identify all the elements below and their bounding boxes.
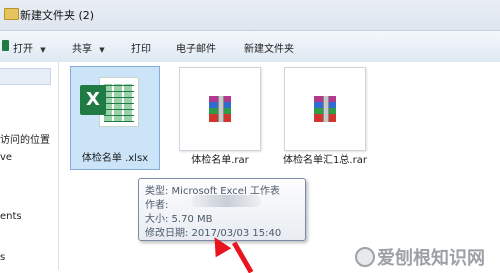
file-item-rar[interactable]: 体检名单.rar xyxy=(175,66,265,170)
rar-archive-icon xyxy=(314,96,336,122)
tooltip-size: 大小: 5.70 MB xyxy=(145,210,212,225)
file-thumbnail xyxy=(179,67,261,151)
folder-icon xyxy=(4,8,19,20)
chevron-down-icon[interactable]: ▼ xyxy=(40,46,45,54)
file-name: 体检名单 .xlsx xyxy=(71,152,159,166)
nav-selected-item[interactable] xyxy=(0,68,51,85)
file-name: 体检名单汇1总.rar xyxy=(272,154,378,168)
nav-item-documents[interactable]: ents xyxy=(0,211,22,222)
nav-item-drive[interactable]: ve xyxy=(0,152,12,163)
file-item-rar-2[interactable]: 体检名单汇1总.rar xyxy=(280,66,370,170)
window-title: 新建文件夹 (2) xyxy=(20,7,94,23)
window-titlebar: 新建文件夹 (2) xyxy=(0,0,500,30)
command-bar: 打开 ▼ 共享 ▼ 打印 电子邮件 新建文件夹 xyxy=(0,30,500,63)
rar-archive-icon xyxy=(209,96,231,122)
excel-x-badge: X xyxy=(80,85,106,115)
new-folder-button[interactable]: 新建文件夹 xyxy=(244,40,294,55)
sheet-grid xyxy=(104,84,134,122)
watermark-text: 爱刨根知识网 xyxy=(377,244,485,270)
navigation-pane[interactable]: 访问的位置 ve ents s xyxy=(0,62,59,270)
email-button-label: 电子邮件 xyxy=(176,44,216,55)
share-button-label: 共享 xyxy=(72,44,92,55)
open-button[interactable]: 打开 ▼ xyxy=(3,40,46,55)
share-button[interactable]: 共享 ▼ xyxy=(72,40,105,55)
tooltip-author: 作者: xyxy=(145,196,168,211)
author-redaction xyxy=(191,195,261,207)
excel-app-icon xyxy=(2,40,9,51)
print-button-label: 打印 xyxy=(131,44,151,55)
print-button[interactable]: 打印 xyxy=(131,40,151,55)
chevron-down-icon[interactable]: ▼ xyxy=(99,46,104,54)
open-button-label: 打开 xyxy=(13,44,33,55)
file-thumbnail xyxy=(284,67,366,151)
nav-item-other[interactable]: s xyxy=(0,252,5,263)
watermark: 爱刨根知识网 xyxy=(355,244,500,270)
file-name: 体检名单.rar xyxy=(175,154,265,168)
new-folder-button-label: 新建文件夹 xyxy=(244,44,294,55)
nav-item-recent-places[interactable]: 访问的位置 xyxy=(0,131,50,146)
file-item-xlsx[interactable]: X 体检名单 .xlsx xyxy=(70,66,160,170)
email-button[interactable]: 电子邮件 xyxy=(176,40,216,55)
watermark-logo-icon xyxy=(355,247,375,267)
